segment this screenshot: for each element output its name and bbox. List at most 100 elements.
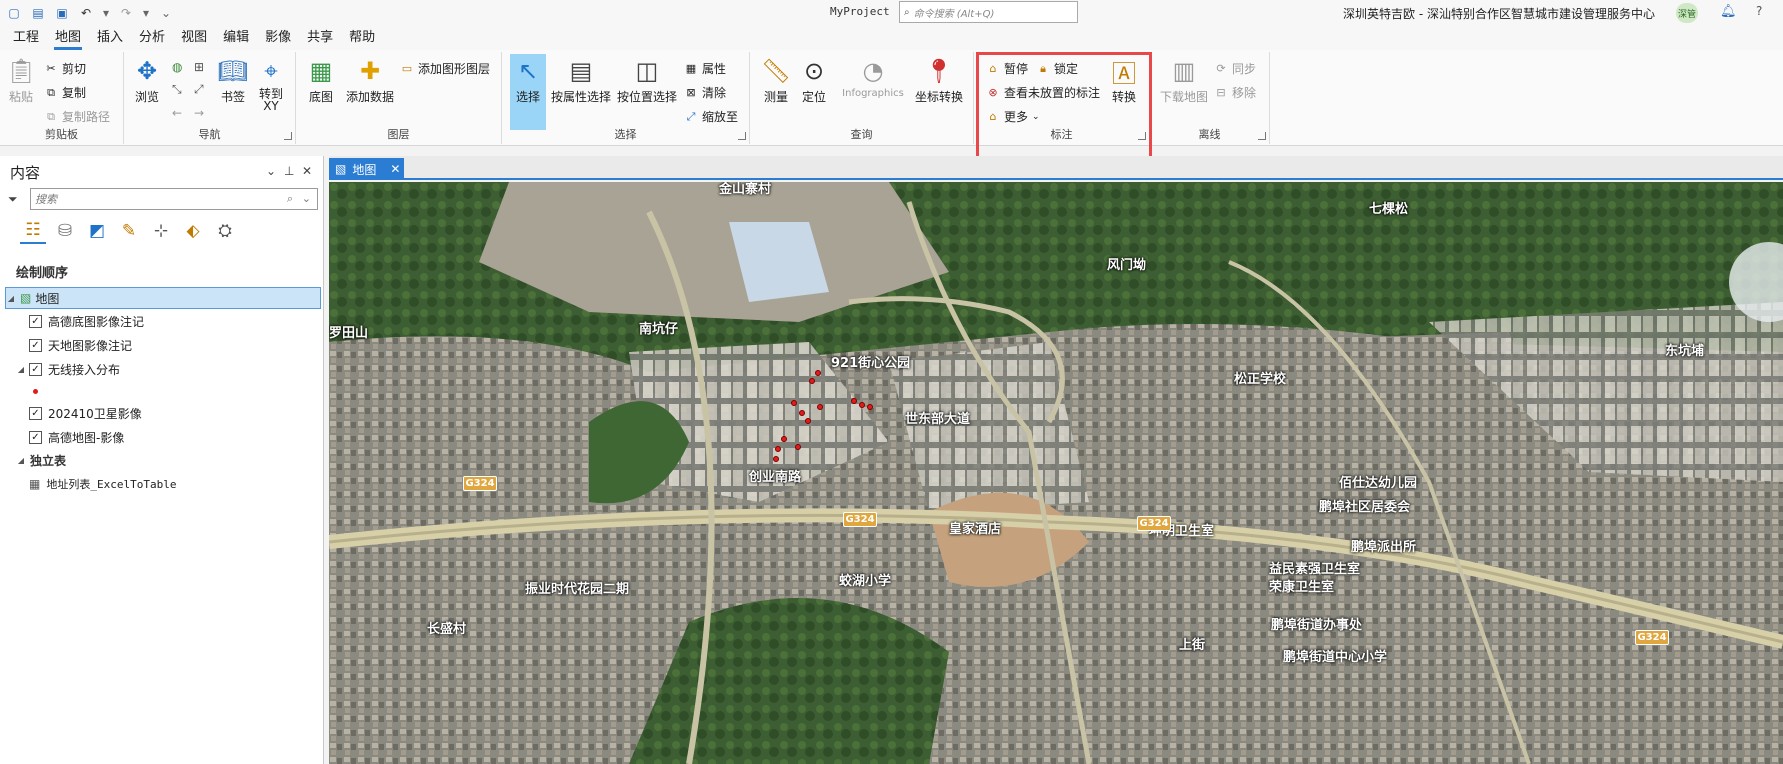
wireless-access-point[interactable]	[851, 398, 857, 404]
tab-imagery[interactable]: 影像	[262, 26, 304, 50]
tab-map[interactable]: 地图	[52, 26, 94, 50]
zoom-to-selection-button[interactable]: ⤢ 缩放至	[684, 108, 738, 125]
convert-labels-button[interactable]: 🄰 转换	[1106, 54, 1142, 105]
wireless-access-point[interactable]	[773, 456, 779, 462]
layer-visibility-checkbox[interactable]: ✓	[29, 338, 42, 352]
fixed-zoom-out-icon[interactable]: ⤢	[194, 82, 204, 97]
copy-button[interactable]: ⧉ 复制	[44, 84, 86, 101]
more-labeling-button[interactable]: ⌂ 更多 ⌄	[986, 108, 1040, 125]
layer-item[interactable]: ✓ 高德地图-影像	[0, 426, 324, 448]
select-by-location-button[interactable]: ◫ 按位置选择	[616, 54, 678, 105]
undo-dropdown-icon[interactable]: ▾	[102, 5, 110, 21]
help-icon[interactable]: ?	[1756, 4, 1762, 18]
bookmarks-button[interactable]: 📖︎ 书签	[216, 54, 250, 105]
labeling-dialog-launcher[interactable]	[1138, 132, 1146, 140]
layer-visibility-checkbox[interactable]: ✓	[29, 314, 42, 328]
collapse-arrow-icon[interactable]: ◢	[16, 456, 26, 465]
pin-icon[interactable]: ⊥	[284, 164, 294, 178]
tab-project[interactable]: 工程	[10, 26, 52, 50]
copy-path-button[interactable]: ⧉ 复制路径	[44, 108, 110, 125]
full-extent-icon[interactable]: ◍	[172, 60, 182, 74]
wireless-access-point[interactable]	[791, 400, 797, 406]
tab-share[interactable]: 共享	[304, 26, 346, 50]
wireless-access-point[interactable]	[775, 446, 781, 452]
next-extent-icon[interactable]: →	[194, 106, 204, 120]
offline-dialog-launcher[interactable]	[1258, 132, 1266, 140]
user-avatar[interactable]: 深管	[1676, 3, 1698, 23]
wireless-access-point[interactable]	[809, 378, 815, 384]
select-button[interactable]: ↖ 选择	[510, 54, 546, 130]
customize-qat-icon[interactable]: ⌄	[158, 5, 174, 21]
fixed-zoom-in-icon[interactable]: ⊞	[194, 60, 204, 74]
cut-button[interactable]: ✂ 剪切	[44, 60, 86, 77]
standalone-tables-group[interactable]: ◢ 独立表	[0, 449, 324, 471]
collapse-arrow-icon[interactable]: ◢	[6, 294, 16, 303]
select-by-attributes-button[interactable]: ▤ 按属性选择	[550, 54, 612, 105]
list-by-labeling-icon[interactable]: ⬖	[180, 218, 206, 244]
list-by-perspective-imagery-icon[interactable]: ⛭	[212, 218, 238, 244]
new-project-icon[interactable]: ▢	[6, 5, 22, 21]
layer-item[interactable]: ✓ 天地图影像注记	[0, 334, 324, 356]
command-search-input[interactable]: ⌕ 命令搜索 (Alt+Q)	[899, 1, 1078, 23]
undo-icon[interactable]: ↶	[78, 5, 94, 21]
basemap-button[interactable]: ▦ 底图	[304, 54, 338, 105]
tab-edit[interactable]: 编辑	[220, 26, 262, 50]
layer-item[interactable]: ✓ 202410卫星影像	[0, 402, 324, 424]
view-unplaced-labels-button[interactable]: ⊗ 查看未放置的标注	[986, 84, 1100, 101]
sync-button[interactable]: ⟳ 同步	[1214, 60, 1256, 77]
add-graphics-layer-button[interactable]: ▭ 添加图形图层	[400, 60, 490, 77]
list-by-snapping-icon[interactable]: ⊹	[148, 218, 174, 244]
notification-bell-icon[interactable]: 🔔︎	[1720, 4, 1737, 19]
filter-icon[interactable]: ⏷	[8, 192, 18, 207]
download-map-button[interactable]: ▥ 下载地图	[1158, 54, 1210, 105]
list-by-data-source-icon[interactable]: ⛁	[52, 218, 78, 244]
explore-button[interactable]: ✥ 浏览	[130, 54, 164, 105]
attributes-button[interactable]: ▦ 属性	[684, 60, 726, 77]
map-view[interactable]: 金山寨村 七棵松 风门坳 罗田山 南坑仔 921街心公园 东坑埔 松正学校 世东…	[329, 182, 1783, 764]
tab-insert[interactable]: 插入	[94, 26, 136, 50]
list-by-drawing-order-icon[interactable]: ☷	[20, 218, 46, 244]
selection-dialog-launcher[interactable]	[738, 132, 746, 140]
tab-help[interactable]: 帮助	[346, 26, 388, 50]
lock-labels-button[interactable]: 🔒︎ 锁定	[1036, 60, 1078, 77]
redo-dropdown-icon[interactable]: ▾	[142, 5, 150, 21]
locate-button[interactable]: ⊙ 定位	[796, 54, 832, 105]
list-by-editing-icon[interactable]: ✎	[116, 218, 142, 244]
layer-item[interactable]: ✓ 高德底图影像注记	[0, 310, 324, 332]
redo-icon[interactable]: ↷	[118, 5, 134, 21]
layer-item[interactable]: ◢ ✓ 无线接入分布	[0, 358, 324, 380]
wireless-access-point[interactable]	[867, 404, 873, 410]
navigate-dialog-launcher[interactable]	[284, 132, 292, 140]
clear-selection-button[interactable]: ⊠ 清除	[684, 84, 726, 101]
chevron-down-icon[interactable]: ⌄	[302, 192, 311, 205]
add-data-button[interactable]: ✚ 添加数据	[342, 54, 398, 105]
measure-button[interactable]: 📏︎ 测量	[758, 54, 794, 105]
map-view-tab[interactable]: ▧ 地图 ✕	[329, 158, 404, 180]
close-pane-icon[interactable]: ✕	[302, 164, 312, 178]
layer-visibility-checkbox[interactable]: ✓	[29, 430, 42, 444]
wireless-access-point[interactable]	[815, 370, 821, 376]
convert-coordinates-button[interactable]: 📍︎ 坐标转换	[912, 54, 966, 105]
collapse-arrow-icon[interactable]: ◢	[16, 365, 26, 374]
goto-xy-button[interactable]: ⌖ 转到 XY	[254, 54, 288, 112]
wireless-access-point[interactable]	[795, 444, 801, 450]
save-project-icon[interactable]: ▣	[54, 5, 70, 21]
wireless-access-point[interactable]	[859, 402, 865, 408]
wireless-access-point[interactable]	[805, 418, 811, 424]
pause-labeling-button[interactable]: ⌂ 暂停	[986, 60, 1029, 77]
previous-extent-icon[interactable]: ←	[172, 106, 182, 120]
layer-visibility-checkbox[interactable]: ✓	[29, 406, 42, 420]
map-tree-item[interactable]: ◢ ▧ 地图	[5, 287, 321, 309]
infographics-button[interactable]: ◔ Infographics	[836, 54, 910, 99]
paste-button[interactable]: 📋︎ 粘贴	[4, 54, 38, 105]
wireless-access-point[interactable]	[817, 404, 823, 410]
wireless-access-point[interactable]	[781, 436, 787, 442]
fixed-zoom-icon[interactable]: ⤡	[172, 82, 182, 97]
pane-options-icon[interactable]: ⌄	[266, 164, 276, 178]
remove-offline-button[interactable]: ⊟ 移除	[1214, 84, 1256, 101]
close-tab-icon[interactable]: ✕	[390, 162, 400, 176]
tab-analysis[interactable]: 分析	[136, 26, 178, 50]
table-item[interactable]: ▦ 地址列表_ExcelToTable	[0, 473, 324, 495]
tab-view[interactable]: 视图	[178, 26, 220, 50]
open-project-icon[interactable]: ▤	[30, 5, 46, 21]
